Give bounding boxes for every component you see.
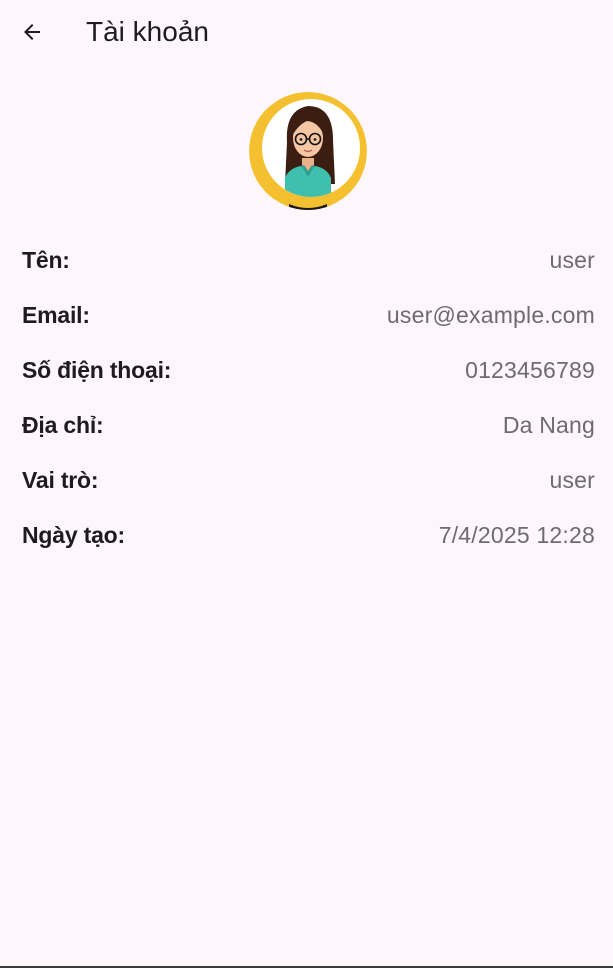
profile-row-created: Ngày tạo: 7/4/2025 12:28 (22, 508, 595, 563)
avatar (249, 92, 367, 210)
created-value: 7/4/2025 12:28 (438, 522, 595, 548)
phone-label: Số điện thoại: (22, 357, 172, 383)
profile-info-list: Tên: user Email: user@example.com Số điệ… (22, 233, 595, 563)
role-value: user (549, 467, 595, 493)
app-bar: Tài khoản (0, 0, 613, 64)
profile-row-name: Tên: user (22, 233, 595, 288)
email-value: user@example.com (386, 302, 595, 328)
arrow-back-icon (20, 20, 44, 44)
phone-value: 0123456789 (465, 357, 595, 383)
profile-row-address: Địa chỉ: Da Nang (22, 398, 595, 453)
address-value: Da Nang (502, 412, 595, 438)
page-title: Tài khoản (86, 16, 209, 47)
email-label: Email: (22, 302, 90, 328)
profile-row-role: Vai trò: user (22, 453, 595, 508)
female-user-avatar-icon (249, 92, 367, 210)
name-value: user (549, 247, 595, 273)
name-label: Tên: (22, 247, 70, 273)
profile-row-email: Email: user@example.com (22, 288, 595, 343)
back-button[interactable] (8, 8, 56, 56)
profile-row-phone: Số điện thoại: 0123456789 (22, 343, 595, 398)
role-label: Vai trò: (22, 467, 99, 493)
created-label: Ngày tạo: (22, 522, 125, 548)
address-label: Địa chỉ: (22, 412, 104, 438)
